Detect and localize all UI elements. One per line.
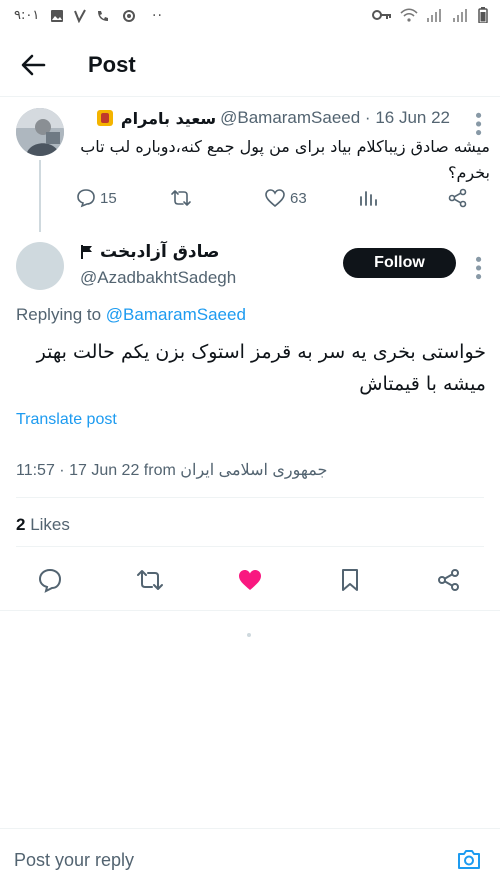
back-button[interactable]	[18, 50, 50, 80]
heart-outline-icon	[265, 189, 285, 208]
parent-avatar[interactable]	[16, 108, 64, 156]
replying-to-mention[interactable]: @BamaramSaeed	[106, 305, 246, 324]
thread-line	[39, 160, 41, 232]
reply-input[interactable]	[14, 845, 434, 875]
parent-retweet-button[interactable]	[170, 188, 192, 208]
parent-more-options-icon[interactable]: •••	[467, 110, 488, 136]
settings-icon	[123, 10, 135, 22]
call-forward-icon	[98, 11, 108, 21]
reply-bubble-icon	[77, 189, 95, 208]
main-display-name-row: صادق آزادبخت	[80, 242, 219, 262]
main-handle[interactable]: @AzadbakhtSadegh	[80, 268, 236, 288]
likes-summary[interactable]: 2 Likes	[16, 515, 70, 535]
parent-tweet-header: سعید بامرام @BamaramSaeed · 16 Jun 22	[96, 108, 450, 128]
arrow-left-icon	[21, 54, 46, 76]
main-action-bar	[0, 563, 500, 597]
reply-bubble-icon	[38, 568, 62, 593]
status-bar: ۹:۰۱ ··	[0, 0, 500, 34]
gallery-icon	[51, 10, 63, 22]
divider-actions	[0, 610, 500, 611]
like-button[interactable]	[233, 563, 267, 597]
likes-count: 2	[16, 515, 26, 534]
avatar-photo	[16, 108, 64, 156]
main-display-name[interactable]: صادق آزادبخت	[100, 242, 219, 262]
parent-handle-date: @BamaramSaeed · 16 Jun 22	[220, 108, 450, 127]
wifi-icon	[400, 8, 418, 22]
retweet-icon	[137, 570, 163, 590]
tweet-timestamp-source: 11:57 · 17 Jun 22 from جمهوری اسلامی ایر…	[16, 462, 328, 479]
parent-like-button[interactable]: 63	[264, 188, 307, 208]
share-icon	[448, 188, 467, 208]
share-button[interactable]	[432, 563, 466, 597]
follow-button[interactable]: Follow	[343, 248, 456, 278]
reply-button[interactable]	[33, 563, 67, 597]
top-app-bar: Post	[0, 36, 500, 94]
retweet-icon	[171, 190, 191, 206]
replying-to-line: Replying to @BamaramSaeed	[16, 305, 246, 325]
parent-action-bar: 15 63	[76, 188, 476, 220]
loading-indicator	[247, 633, 251, 637]
parent-like-count: 63	[290, 189, 307, 207]
status-notification-icons: ··	[50, 8, 163, 24]
replying-prefix: Replying to	[16, 305, 102, 324]
verified-flag-badge	[96, 110, 113, 126]
parent-views-button[interactable]	[358, 188, 378, 208]
signal-icon	[427, 9, 441, 22]
main-more-options-icon[interactable]: •••	[467, 254, 488, 280]
battery-icon	[478, 7, 488, 23]
signal-sim2-icon	[453, 9, 467, 22]
camera-icon	[458, 850, 480, 869]
status-time: ۹:۰۱	[14, 8, 40, 23]
status-system-icons	[372, 7, 488, 23]
parent-display-name[interactable]: سعید بامرام	[121, 109, 216, 128]
page-title: Post	[88, 52, 136, 77]
main-avatar[interactable]	[16, 242, 64, 290]
main-tweet-text: خواستی بخری یه سر به قرمز استوک بزن یکم …	[36, 341, 486, 395]
parent-tweet-text: میشه صادق زیباکلام بیاد برای من پول جمع …	[80, 137, 490, 182]
reply-composer-bar	[0, 828, 500, 888]
divider-meta	[16, 497, 484, 498]
likes-label: Likes	[30, 515, 70, 534]
divider-likes	[16, 546, 484, 547]
views-bar-chart-icon	[360, 191, 377, 206]
camera-button[interactable]	[456, 847, 482, 871]
parent-reply-count: 15	[100, 189, 117, 207]
status-more-dots: ··	[152, 8, 163, 24]
translate-post-link[interactable]: Translate post	[16, 411, 117, 429]
retweet-button[interactable]	[133, 563, 167, 597]
heart-filled-icon	[239, 570, 261, 590]
parent-reply-button[interactable]: 15	[76, 188, 117, 208]
key-icon	[372, 10, 391, 20]
flag-icon	[81, 245, 92, 259]
share-icon	[438, 569, 459, 591]
header-divider	[0, 96, 500, 97]
parent-share-button[interactable]	[448, 188, 468, 208]
check-tick-icon	[74, 9, 86, 23]
bookmark-icon	[342, 569, 358, 591]
bookmark-button[interactable]	[333, 563, 367, 597]
